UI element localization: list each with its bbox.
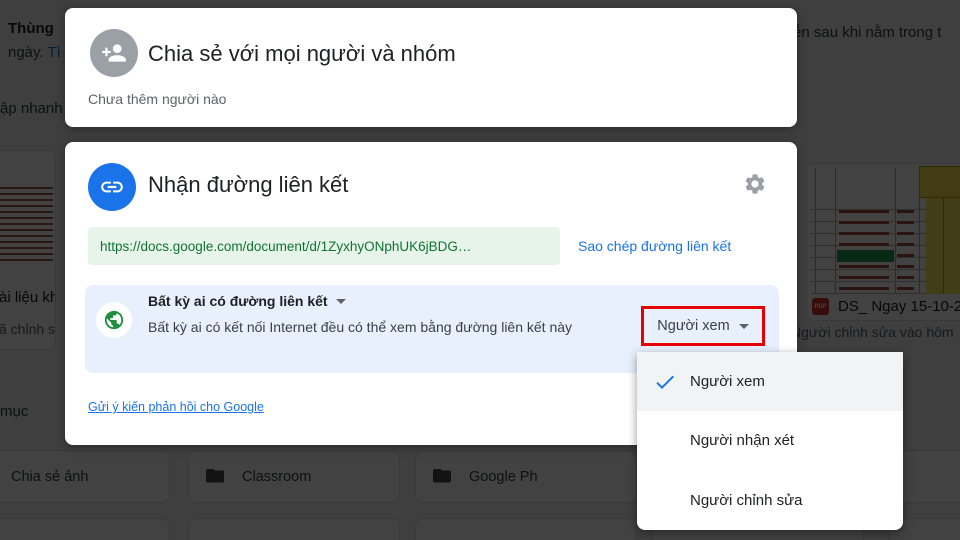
public-globe-icon xyxy=(96,302,132,338)
share-empty-state: Chưa thêm người nào xyxy=(88,91,227,107)
chevron-down-icon xyxy=(738,323,749,329)
copy-link-button[interactable]: Sao chép đường liên kết xyxy=(578,238,731,254)
link-settings-gear-icon[interactable] xyxy=(743,172,767,196)
menu-item-label: Người chỉnh sửa xyxy=(690,491,803,509)
menu-item-commenter[interactable]: Người nhận xét xyxy=(637,411,903,470)
share-with-people-dialog: Chia sẻ với mọi người và nhóm Chưa thêm … xyxy=(65,8,797,127)
share-link-field[interactable]: https://docs.google.com/document/d/1Zyxh… xyxy=(88,227,560,265)
scope-description: Bất kỳ ai có kết nối Internet đều có thể… xyxy=(148,319,573,335)
role-selector-button[interactable]: Người xem xyxy=(641,306,765,346)
share-dialog-title: Chia sẻ với mọi người và nhóm xyxy=(148,41,456,66)
menu-item-label: Người nhận xét xyxy=(690,432,795,450)
link-scope-selector[interactable]: Bất kỳ ai có đường liên kết xyxy=(148,293,346,309)
share-link-url: https://docs.google.com/document/d/1Zyxh… xyxy=(100,238,472,254)
check-icon xyxy=(656,375,674,389)
send-feedback-link[interactable]: Gửi ý kiến phản hồi cho Google xyxy=(88,400,264,414)
chevron-down-icon xyxy=(335,298,346,304)
screen: Thùng ngày. Tì ễn sau khi nằm trong t ập… xyxy=(0,0,960,540)
menu-item-viewer[interactable]: Người xem xyxy=(637,352,903,412)
role-button-label: Người xem xyxy=(657,318,730,334)
menu-item-label: Người xem xyxy=(690,373,765,391)
scope-label: Bất kỳ ai có đường liên kết xyxy=(148,293,328,309)
link-icon xyxy=(88,163,136,211)
person-add-icon xyxy=(90,29,138,77)
get-link-dialog-title: Nhận đường liên kết xyxy=(148,172,349,197)
role-dropdown-menu: Người xem Người nhận xét Người chỉnh sửa xyxy=(637,352,903,530)
menu-item-editor[interactable]: Người chỉnh sửa xyxy=(637,471,903,530)
